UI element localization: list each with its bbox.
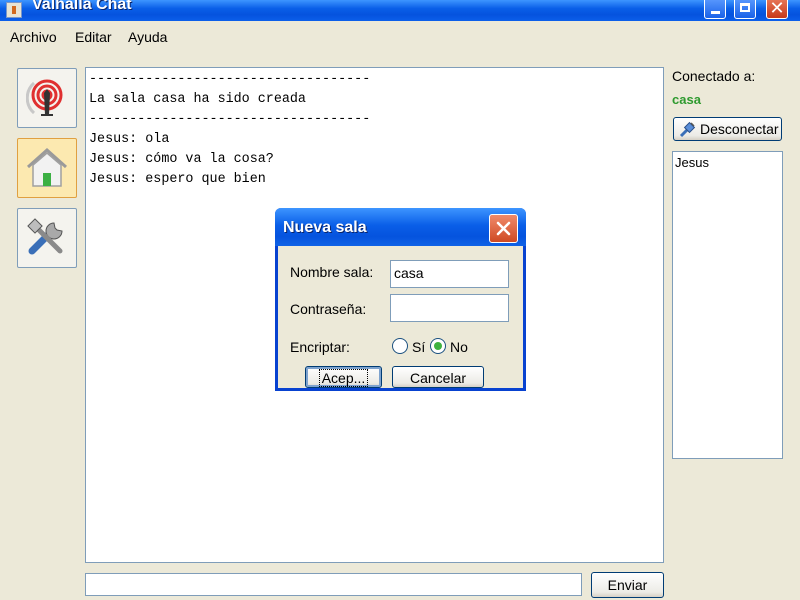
antenna-icon (26, 79, 63, 116)
encrypt-label: Encriptar: (290, 339, 350, 355)
chat-line: ----------------------------------- (89, 72, 371, 87)
close-icon (496, 221, 511, 236)
settings-button[interactable] (17, 208, 77, 268)
user-list[interactable]: Jesus (672, 151, 783, 459)
room-name: casa (672, 92, 701, 107)
dialog-close-button[interactable] (489, 214, 518, 243)
menu-editar[interactable]: Editar (75, 29, 112, 45)
encrypt-yes-label[interactable]: Sí (412, 339, 425, 355)
password-field[interactable] (390, 294, 509, 322)
encrypt-no-radio[interactable] (430, 338, 446, 354)
encrypt-no-label[interactable]: No (450, 339, 468, 355)
app-icon (6, 2, 22, 18)
accept-label: Acep... (318, 369, 369, 387)
chat-line: La sala casa ha sido creada (89, 92, 306, 107)
title-bar[interactable]: Valhalla Chat ✕ (0, 0, 800, 21)
home-button[interactable] (17, 138, 77, 198)
tools-icon (27, 218, 63, 255)
disconnect-button[interactable]: Desconectar (673, 117, 782, 141)
window-title: Valhalla Chat (32, 0, 132, 13)
new-room-dialog: Nueva sala Nombre sala: casa Contraseña:… (275, 208, 526, 391)
encrypt-yes-radio[interactable] (392, 338, 408, 354)
maximize-button[interactable] (734, 0, 756, 19)
chat-line: ----------------------------------- (89, 112, 371, 127)
home-icon (26, 147, 68, 187)
dialog-title: Nueva sala (283, 219, 367, 236)
connected-label: Conectado a: (672, 68, 756, 84)
menu-archivo[interactable]: Archivo (10, 29, 57, 45)
menu-bar: Archivo Editar Ayuda (0, 24, 800, 50)
connect-button[interactable] (17, 68, 77, 128)
dialog-title-bar[interactable]: Nueva sala (275, 208, 526, 246)
cancel-button[interactable]: Cancelar (392, 366, 484, 388)
room-name-label: Nombre sala: (290, 264, 374, 280)
user-list-item[interactable]: Jesus (675, 155, 709, 170)
minimize-button[interactable] (704, 0, 726, 19)
room-name-field[interactable]: casa (390, 260, 509, 288)
chat-line: Jesus: ola (89, 132, 170, 147)
menu-ayuda[interactable]: Ayuda (128, 29, 167, 45)
chat-line: Jesus: espero que bien (89, 172, 266, 187)
disconnect-label: Desconectar (700, 121, 779, 137)
close-button[interactable]: ✕ (766, 0, 788, 19)
chat-line: Jesus: cómo va la cosa? (89, 152, 274, 167)
accept-button[interactable]: Acep... (305, 366, 382, 388)
plug-icon (679, 121, 696, 138)
message-input[interactable] (85, 573, 582, 596)
password-label: Contraseña: (290, 301, 367, 317)
send-button[interactable]: Enviar (591, 572, 664, 598)
